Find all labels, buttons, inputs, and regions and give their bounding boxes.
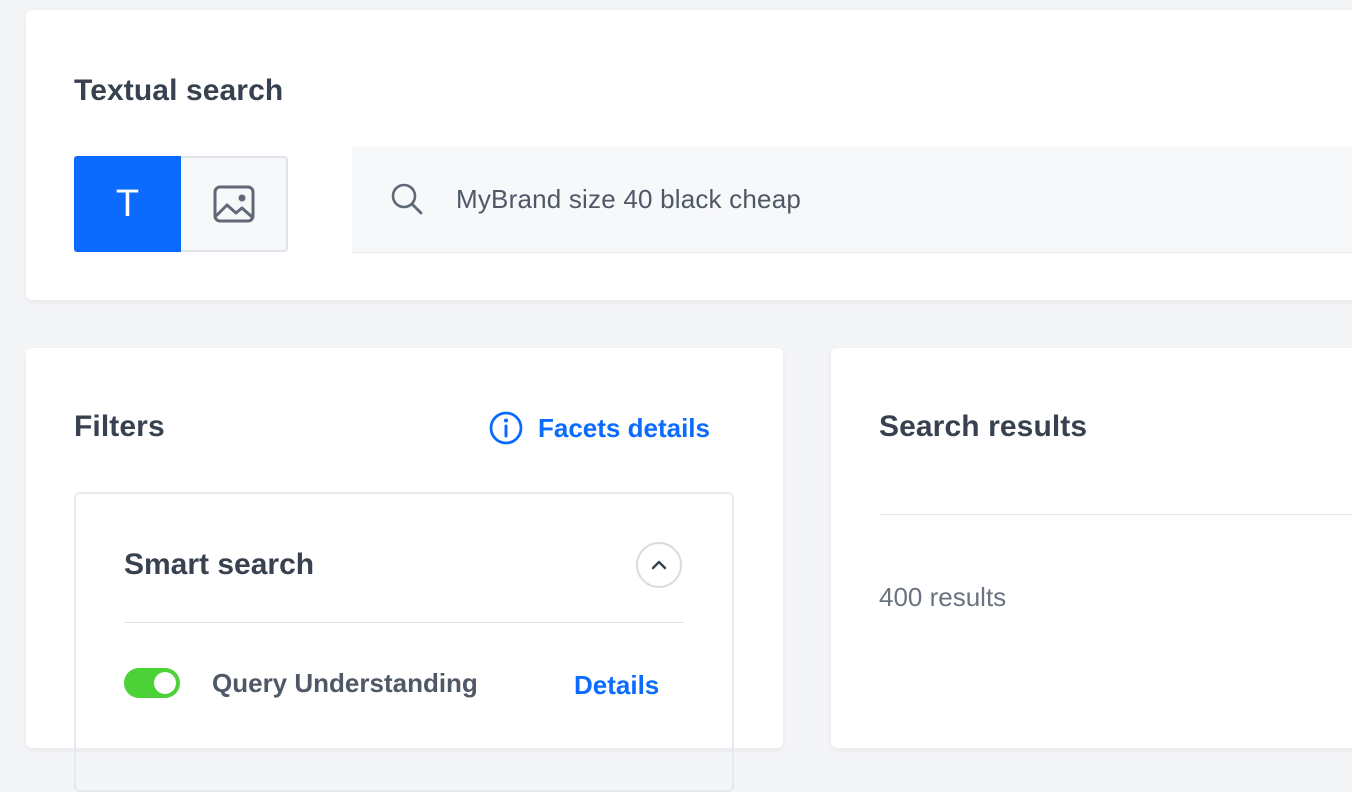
query-understanding-label: Query Understanding bbox=[212, 668, 478, 698]
query-understanding-toggle[interactable] bbox=[124, 668, 180, 698]
smart-search-title: Smart search bbox=[124, 548, 315, 581]
search-mode-toggle: T bbox=[74, 156, 288, 252]
query-understanding-details-link[interactable]: Details bbox=[574, 670, 659, 701]
results-divider bbox=[879, 514, 1352, 515]
image-mode-button[interactable] bbox=[181, 156, 288, 252]
smart-search-panel: Smart search Query Understanding Details bbox=[74, 492, 734, 792]
text-icon: T bbox=[115, 182, 140, 225]
search-input[interactable]: MyBrand size 40 black cheap bbox=[352, 146, 1352, 253]
filters-title: Filters bbox=[74, 410, 165, 443]
search-input-value: MyBrand size 40 black cheap bbox=[456, 183, 802, 214]
filters-card: Filters Facets details Smart search Quer… bbox=[26, 348, 783, 792]
image-icon bbox=[213, 185, 254, 223]
search-results-card: Search results 400 results bbox=[831, 348, 1352, 748]
textual-search-card: Textual search T MyBrand size 40 black c… bbox=[26, 10, 1352, 300]
chevron-up-icon bbox=[651, 560, 667, 570]
textual-search-title: Textual search bbox=[74, 74, 284, 107]
search-results-title: Search results bbox=[879, 410, 1088, 443]
smart-search-divider bbox=[124, 622, 684, 623]
facets-details-label: Facets details bbox=[538, 412, 710, 443]
toggle-knob bbox=[154, 672, 176, 694]
collapse-button[interactable] bbox=[636, 542, 682, 588]
results-count: 400 results bbox=[879, 582, 1007, 612]
search-icon bbox=[391, 183, 423, 215]
text-mode-button[interactable]: T bbox=[74, 156, 181, 252]
info-icon bbox=[489, 411, 523, 445]
facets-details-link[interactable]: Facets details bbox=[488, 410, 710, 446]
